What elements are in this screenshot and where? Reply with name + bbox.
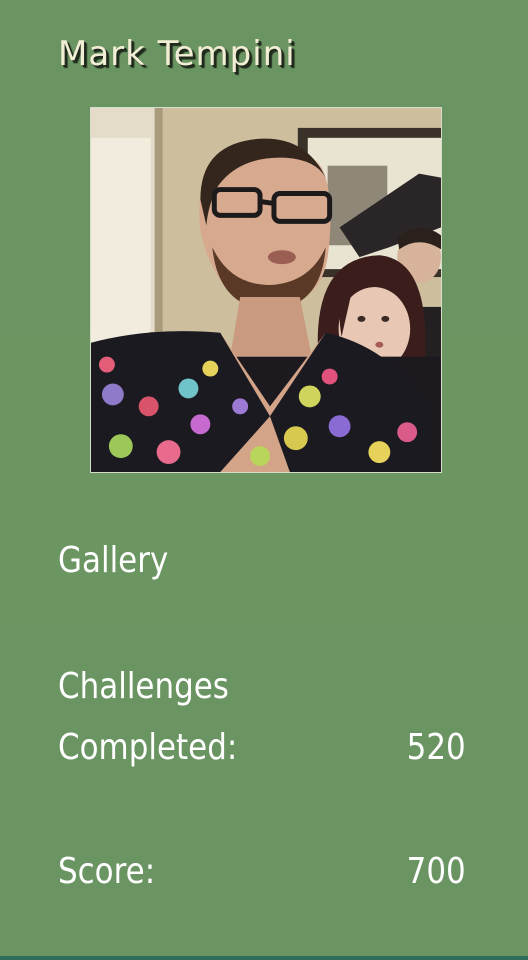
score-value: 700 [406,851,466,892]
gallery-link[interactable]: Gallery [58,540,168,581]
profile-name: Mark Tempini [58,34,296,74]
challenges-label-line2: Completed: [58,727,238,768]
score-label: Score: [58,851,156,892]
bottom-strip [0,956,528,960]
profile-photo-image [91,108,441,472]
profile-screen: Mark Tempini Gallery Challenges Complete… [0,0,528,960]
challenges-completed-value: 520 [406,727,466,768]
challenges-label-line1: Challenges [58,666,229,707]
profile-photo[interactable] [90,107,442,473]
